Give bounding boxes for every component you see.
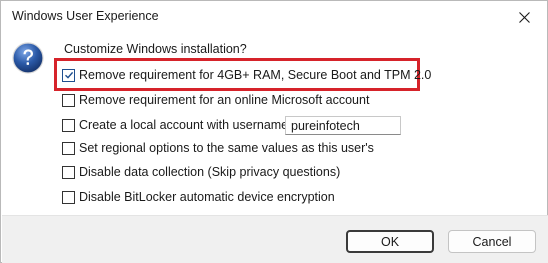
window-title: Windows User Experience <box>12 9 159 23</box>
checkbox-disable-bitlocker[interactable] <box>62 190 75 204</box>
checkmark-icon <box>64 71 73 79</box>
title-bar: Windows User Experience <box>1 1 547 33</box>
cancel-button[interactable]: Cancel <box>448 230 536 253</box>
checkbox-create-local-account[interactable] <box>62 118 75 132</box>
option-label: Disable BitLocker automatic device encry… <box>79 190 335 204</box>
option-label: Remove requirement for an online Microso… <box>79 93 370 107</box>
ok-button[interactable]: OK <box>346 230 434 253</box>
option-remove-online-account[interactable]: Remove requirement for an online Microso… <box>62 91 369 109</box>
question-icon <box>12 42 44 74</box>
username-input[interactable] <box>285 116 401 135</box>
option-disable-bitlocker[interactable]: Disable BitLocker automatic device encry… <box>62 188 335 206</box>
checkbox-disable-data-collection[interactable] <box>62 165 75 179</box>
checkbox-remove-hardware-requirements[interactable] <box>62 68 75 82</box>
option-label: Set regional options to the same values … <box>79 141 374 155</box>
option-label: Create a local account with username: <box>79 118 292 132</box>
option-regional-settings[interactable]: Set regional options to the same values … <box>62 139 374 157</box>
close-button[interactable] <box>501 1 547 33</box>
dialog-heading: Customize Windows installation? <box>64 42 247 56</box>
option-disable-data-collection[interactable]: Disable data collection (Skip privacy qu… <box>62 163 340 181</box>
option-label: Remove requirement for 4GB+ RAM, Secure … <box>79 68 432 82</box>
dialog-window: Windows User Experience Customize Window… <box>0 0 548 263</box>
option-remove-hardware-requirements[interactable]: Remove requirement for 4GB+ RAM, Secure … <box>62 66 431 84</box>
dialog-footer: OK Cancel <box>2 215 548 263</box>
close-icon <box>518 11 530 23</box>
checkbox-regional-settings[interactable] <box>62 141 75 155</box>
option-create-local-account[interactable]: Create a local account with username: <box>62 116 292 134</box>
checkbox-remove-online-account[interactable] <box>62 93 75 107</box>
option-label: Disable data collection (Skip privacy qu… <box>79 165 341 179</box>
